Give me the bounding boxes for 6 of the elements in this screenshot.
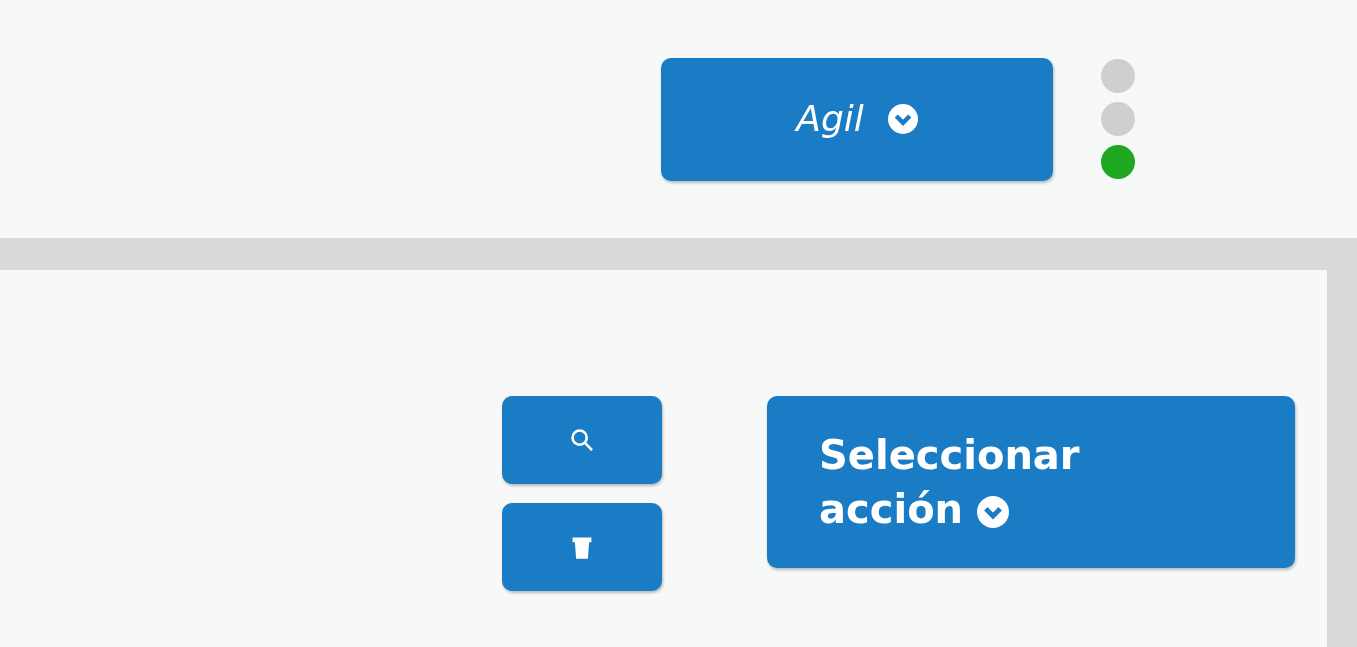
delete-button[interactable]: [502, 503, 662, 591]
mode-dropdown-button[interactable]: Agil: [661, 57, 1053, 181]
caret-icon: [977, 496, 1009, 528]
select-action-dropdown[interactable]: Seleccionar acción: [767, 396, 1295, 568]
caret-icon: [887, 104, 918, 134]
search-icon: [569, 427, 595, 453]
